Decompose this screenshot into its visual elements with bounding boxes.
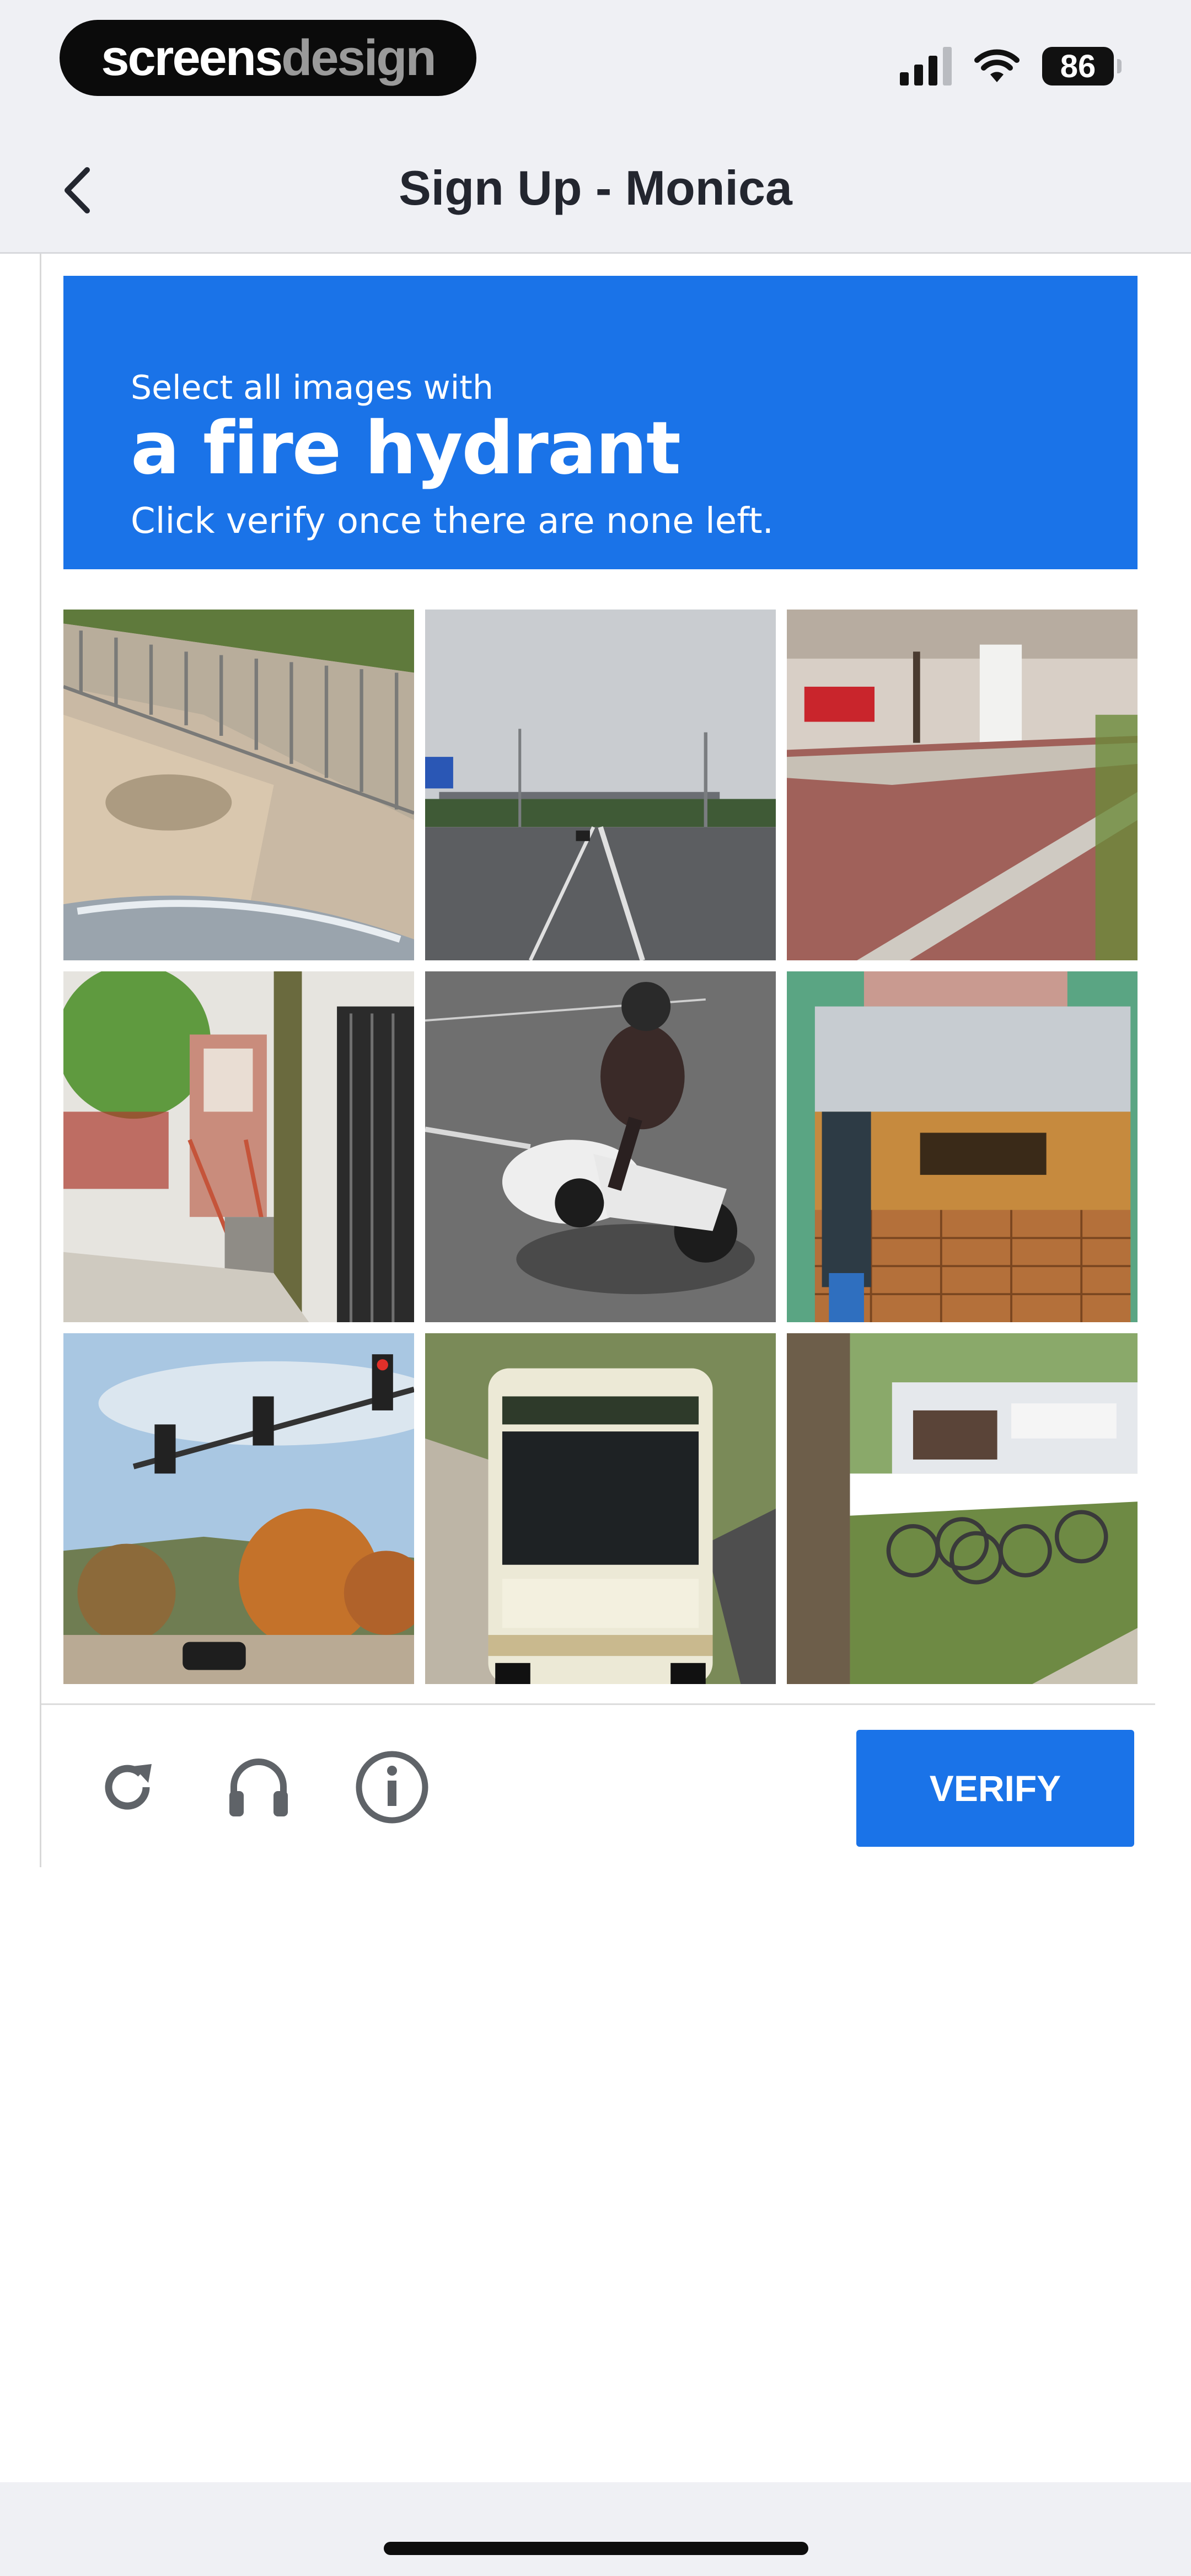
instruction-text: Select all images with xyxy=(131,368,493,407)
status-icons: 86 xyxy=(900,44,1122,88)
captcha-tile-1[interactable] xyxy=(63,610,414,960)
captcha-tile-2[interactable] xyxy=(425,610,776,960)
home-indicator-area xyxy=(0,2482,1191,2576)
home-indicator[interactable] xyxy=(384,2542,808,2555)
battery-level: 86 xyxy=(1060,48,1096,84)
captcha-tile-9[interactable] xyxy=(787,1333,1138,1684)
reload-icon xyxy=(105,1764,152,1810)
info-button[interactable] xyxy=(353,1749,431,1826)
screensdesign-logo: screens design xyxy=(60,20,476,96)
info-icon xyxy=(356,1751,428,1824)
captcha-tile-5[interactable] xyxy=(425,971,776,1322)
logo-text-screens: screens xyxy=(101,29,283,86)
nav-bar: Sign Up - Monica xyxy=(0,127,1191,254)
footer-divider xyxy=(41,1703,1155,1705)
captcha-widget: Select all images with a fire hydrant Cl… xyxy=(40,254,1155,1867)
captcha-tile-7[interactable] xyxy=(63,1333,414,1684)
headphones-icon xyxy=(229,1759,288,1816)
battery-icon: 86 xyxy=(1042,47,1122,85)
signal-icon xyxy=(900,47,952,85)
page-title: Sign Up - Monica xyxy=(399,161,792,215)
captcha-tile-3[interactable] xyxy=(787,610,1138,960)
wifi-icon xyxy=(974,49,1020,82)
captcha-tile-4[interactable] xyxy=(63,971,414,1322)
audio-challenge-button[interactable] xyxy=(220,1749,297,1826)
image-grid xyxy=(63,610,1138,1684)
instruction-subtext: Click verify once there are none left. xyxy=(131,501,774,542)
target-object-text: a fire hydrant xyxy=(131,406,681,491)
logo-text-design: design xyxy=(281,29,436,86)
reload-button[interactable] xyxy=(89,1749,166,1826)
status-bar: screens design 86 xyxy=(0,0,1191,127)
captcha-tile-6[interactable] xyxy=(787,971,1138,1322)
challenge-header: Select all images with a fire hydrant Cl… xyxy=(63,276,1138,569)
captcha-tile-8[interactable] xyxy=(425,1333,776,1684)
verify-button[interactable]: VERIFY xyxy=(856,1730,1134,1847)
